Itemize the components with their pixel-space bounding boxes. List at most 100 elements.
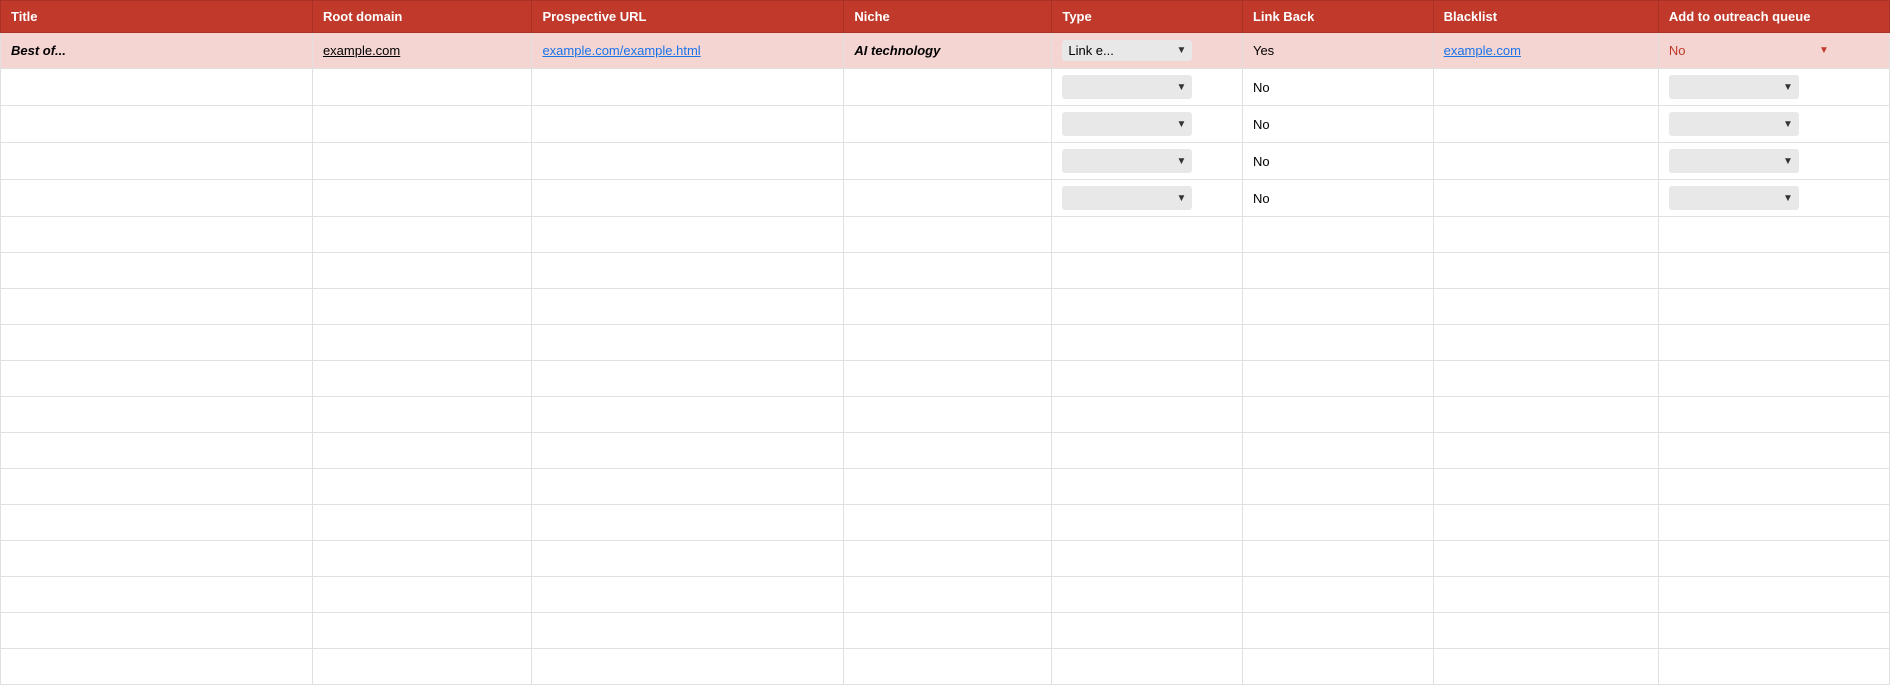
col-header-title: Title xyxy=(1,1,313,33)
table-row-17 xyxy=(1,613,1890,649)
cell-niche-17 xyxy=(844,613,1052,649)
cell-title-13 xyxy=(1,469,313,505)
cell-url-1: example.com/example.html xyxy=(532,33,844,69)
cell-title-8 xyxy=(1,289,313,325)
cell-linkback-11 xyxy=(1242,397,1433,433)
cell-type-16 xyxy=(1052,577,1243,613)
cell-type-7 xyxy=(1052,253,1243,289)
cell-url-17 xyxy=(532,613,844,649)
cell-url-3 xyxy=(532,106,844,143)
cell-root-4 xyxy=(312,143,532,180)
table-row-7 xyxy=(1,253,1890,289)
cell-title-1: Best of... xyxy=(1,33,313,69)
cell-linkback-17 xyxy=(1242,613,1433,649)
cell-outreach-15 xyxy=(1658,541,1889,577)
table-row-11 xyxy=(1,397,1890,433)
outreach-dropdown-4[interactable]: ▼ xyxy=(1669,149,1799,173)
blacklist-value-1[interactable]: example.com xyxy=(1444,43,1521,58)
cell-linkback-9 xyxy=(1242,325,1433,361)
cell-blacklist-2 xyxy=(1433,69,1658,106)
outreach-chevron-2: ▼ xyxy=(1783,82,1793,93)
col-header-linkback: Link Back xyxy=(1242,1,1433,33)
outreach-chevron-3: ▼ xyxy=(1783,119,1793,130)
cell-linkback-3: No xyxy=(1242,106,1433,143)
cell-niche-12 xyxy=(844,433,1052,469)
type-dropdown-3[interactable]: ▼ xyxy=(1062,112,1192,136)
cell-title-11 xyxy=(1,397,313,433)
cell-outreach-16 xyxy=(1658,577,1889,613)
cell-blacklist-10 xyxy=(1433,361,1658,397)
cell-type-14 xyxy=(1052,505,1243,541)
col-header-outreach: Add to outreach queue xyxy=(1658,1,1889,33)
cell-blacklist-13 xyxy=(1433,469,1658,505)
cell-title-10 xyxy=(1,361,313,397)
table-row-8 xyxy=(1,289,1890,325)
table-row-6 xyxy=(1,217,1890,253)
cell-root-12 xyxy=(312,433,532,469)
cell-outreach-3[interactable]: ▼ xyxy=(1658,106,1889,143)
cell-blacklist-5 xyxy=(1433,180,1658,217)
type-chevron-4: ▼ xyxy=(1176,156,1186,167)
col-header-root: Root domain xyxy=(312,1,532,33)
cell-type-6 xyxy=(1052,217,1243,253)
cell-type-1[interactable]: Link e... ▼ xyxy=(1052,33,1243,69)
col-header-niche: Niche xyxy=(844,1,1052,33)
cell-outreach-8 xyxy=(1658,289,1889,325)
type-dropdown-1[interactable]: Link e... ▼ xyxy=(1062,40,1192,61)
type-dropdown-2[interactable]: ▼ xyxy=(1062,75,1192,99)
cell-root-8 xyxy=(312,289,532,325)
outreach-dropdown-2[interactable]: ▼ xyxy=(1669,75,1799,99)
cell-outreach-2[interactable]: ▼ xyxy=(1658,69,1889,106)
cell-title-12 xyxy=(1,433,313,469)
cell-type-11 xyxy=(1052,397,1243,433)
cell-niche-14 xyxy=(844,505,1052,541)
cell-type-4[interactable]: ▼ xyxy=(1052,143,1243,180)
cell-title-16 xyxy=(1,577,313,613)
cell-type-2[interactable]: ▼ xyxy=(1052,69,1243,106)
cell-outreach-5[interactable]: ▼ xyxy=(1658,180,1889,217)
cell-title-7 xyxy=(1,253,313,289)
cell-title-5 xyxy=(1,180,313,217)
cell-url-6 xyxy=(532,217,844,253)
cell-niche-5 xyxy=(844,180,1052,217)
type-dropdown-4[interactable]: ▼ xyxy=(1062,149,1192,173)
table-row-16 xyxy=(1,577,1890,613)
cell-url-11 xyxy=(532,397,844,433)
cell-outreach-14 xyxy=(1658,505,1889,541)
col-header-type: Type xyxy=(1052,1,1243,33)
cell-blacklist-7 xyxy=(1433,253,1658,289)
cell-linkback-5: No xyxy=(1242,180,1433,217)
cell-linkback-6 xyxy=(1242,217,1433,253)
outreach-dropdown-3[interactable]: ▼ xyxy=(1669,112,1799,136)
outreach-dropdown-1[interactable]: No ▼ xyxy=(1669,43,1829,58)
cell-blacklist-15 xyxy=(1433,541,1658,577)
cell-url-5 xyxy=(532,180,844,217)
cell-url-14 xyxy=(532,505,844,541)
cell-linkback-18 xyxy=(1242,649,1433,685)
cell-linkback-10 xyxy=(1242,361,1433,397)
cell-type-3[interactable]: ▼ xyxy=(1052,106,1243,143)
cell-url-8 xyxy=(532,289,844,325)
cell-outreach-10 xyxy=(1658,361,1889,397)
cell-outreach-4[interactable]: ▼ xyxy=(1658,143,1889,180)
cell-outreach-1[interactable]: No ▼ xyxy=(1658,33,1889,69)
prospective-url-value-1[interactable]: example.com/example.html xyxy=(542,43,700,58)
cell-type-5[interactable]: ▼ xyxy=(1052,180,1243,217)
cell-type-15 xyxy=(1052,541,1243,577)
cell-title-3 xyxy=(1,106,313,143)
cell-title-15 xyxy=(1,541,313,577)
cell-root-17 xyxy=(312,613,532,649)
cell-title-14 xyxy=(1,505,313,541)
cell-type-12 xyxy=(1052,433,1243,469)
cell-title-2 xyxy=(1,69,313,106)
cell-outreach-13 xyxy=(1658,469,1889,505)
cell-blacklist-6 xyxy=(1433,217,1658,253)
root-domain-value-1[interactable]: example.com xyxy=(323,43,400,58)
cell-type-13 xyxy=(1052,469,1243,505)
type-dropdown-5[interactable]: ▼ xyxy=(1062,186,1192,210)
outreach-dropdown-5[interactable]: ▼ xyxy=(1669,186,1799,210)
table-row-18 xyxy=(1,649,1890,685)
cell-niche-16 xyxy=(844,577,1052,613)
type-chevron-1: ▼ xyxy=(1176,45,1186,56)
table-row-15 xyxy=(1,541,1890,577)
